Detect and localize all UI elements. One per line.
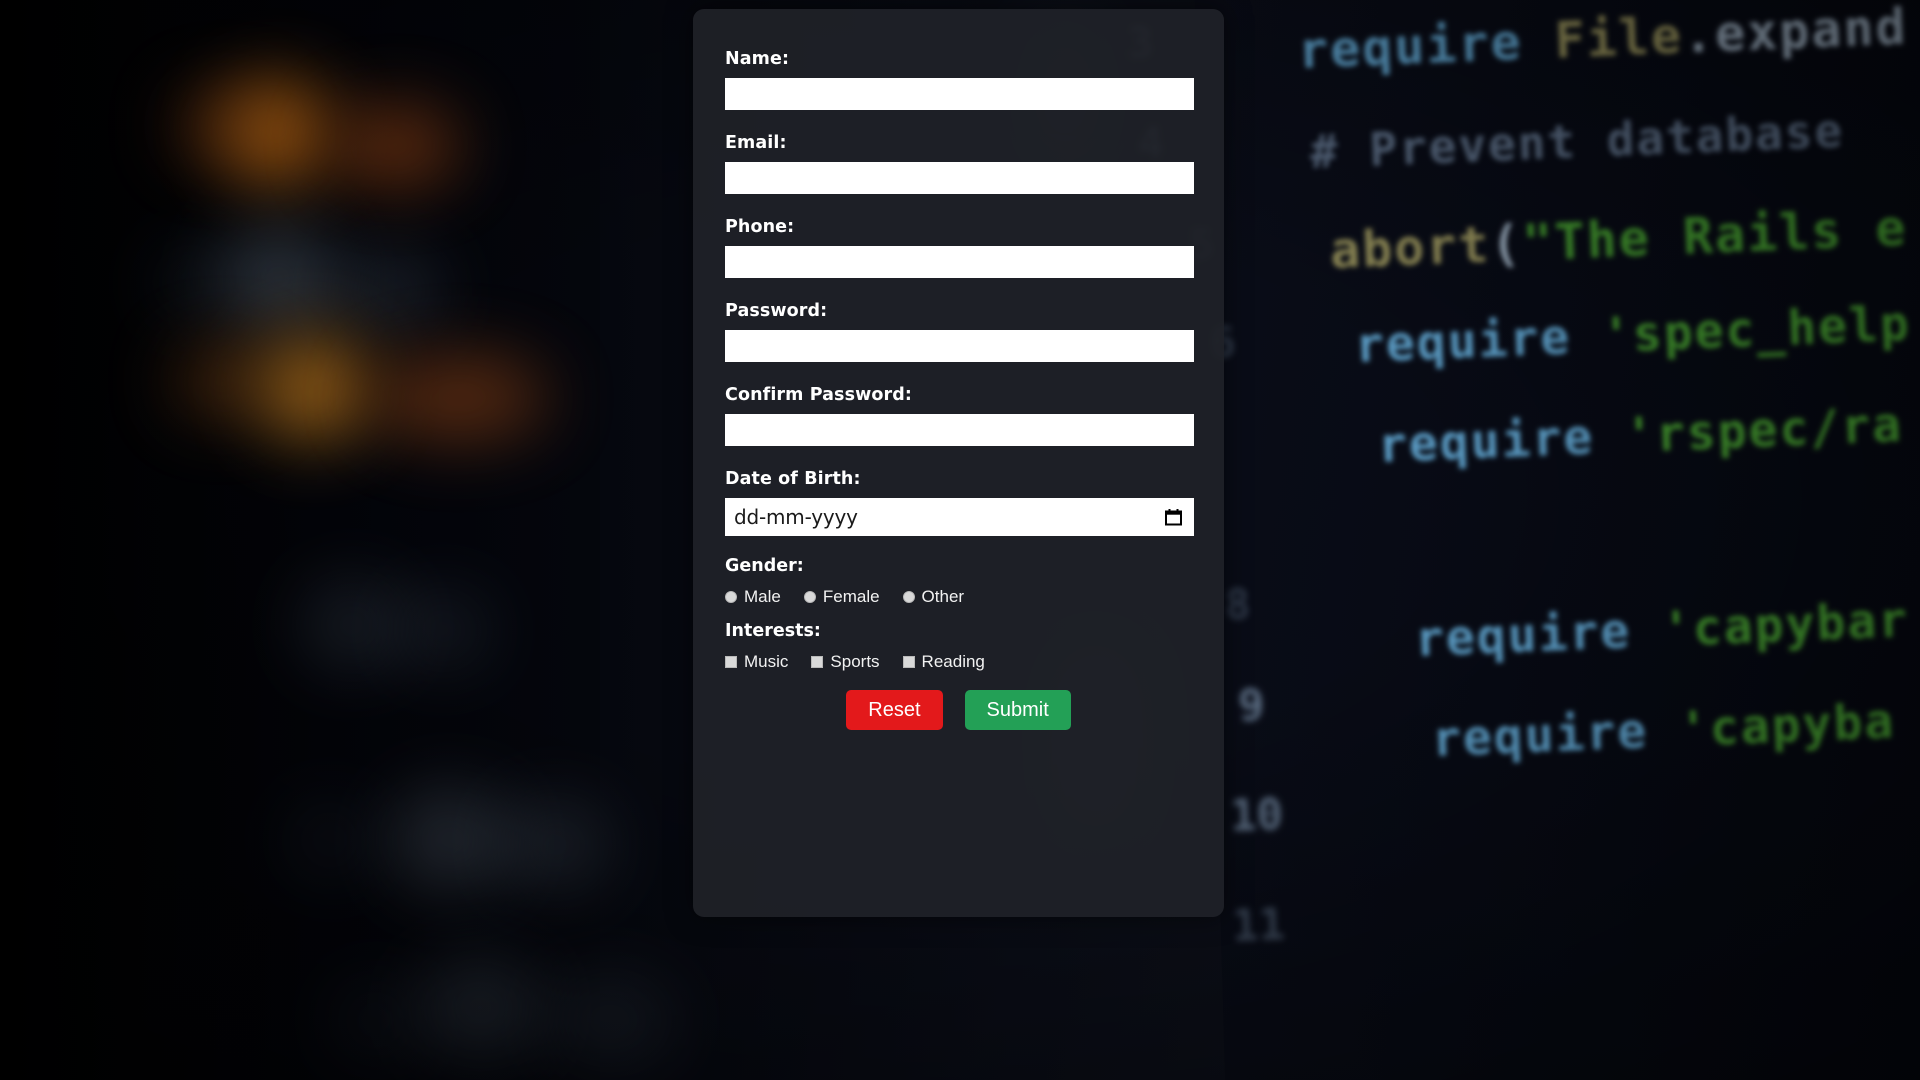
email-input[interactable] (725, 162, 1194, 194)
gender-label: Gender: (725, 556, 804, 576)
password-label: Password: (725, 301, 828, 321)
submit-button[interactable]: Submit (964, 690, 1071, 730)
interest-option-label: Reading (921, 652, 985, 671)
gender-options: Male Female Other (725, 587, 1192, 607)
interest-option-music[interactable]: Music (725, 652, 788, 672)
date-of-birth-label: Date of Birth: (725, 469, 861, 489)
reset-button[interactable]: Reset (846, 690, 943, 730)
gender-option-other[interactable]: Other (902, 587, 965, 607)
gender-option-male[interactable]: Male (725, 587, 781, 607)
gender-option-label: Other (921, 587, 965, 606)
phone-input[interactable] (725, 246, 1194, 278)
interest-option-sports[interactable]: Sports (811, 652, 880, 672)
date-format-hint: dd-mm-yyyy (734, 505, 858, 529)
gender-option-label: Female (822, 587, 880, 606)
gender-option-label: Male (744, 587, 781, 606)
radio-icon[interactable] (902, 591, 915, 603)
checkbox-icon[interactable] (725, 656, 737, 668)
password-input[interactable] (725, 330, 1194, 362)
registration-form-panel: Name: Email: Phone: Password: Confirm Pa… (693, 9, 1224, 917)
interest-option-label: Music (744, 652, 789, 671)
gender-option-female[interactable]: Female (803, 587, 880, 607)
interest-option-reading[interactable]: Reading (902, 652, 985, 672)
radio-icon[interactable] (803, 591, 816, 603)
name-label: Name: (725, 49, 790, 69)
radio-icon[interactable] (725, 591, 737, 603)
interests-label: Interests: (725, 621, 821, 641)
name-input[interactable] (725, 78, 1194, 110)
interests-options: Music Sports Reading (725, 652, 1192, 672)
date-of-birth-input[interactable]: dd-mm-yyyy (725, 498, 1194, 536)
email-label: Email: (725, 133, 787, 153)
checkbox-icon[interactable] (902, 656, 915, 668)
confirm-password-label: Confirm Password: (725, 385, 912, 405)
confirm-password-input[interactable] (725, 414, 1194, 446)
form-actions: Reset Submit (725, 690, 1192, 730)
interest-option-label: Sports (830, 652, 880, 671)
checkbox-icon[interactable] (811, 656, 824, 668)
calendar-icon[interactable] (1165, 509, 1182, 526)
phone-label: Phone: (725, 217, 795, 237)
